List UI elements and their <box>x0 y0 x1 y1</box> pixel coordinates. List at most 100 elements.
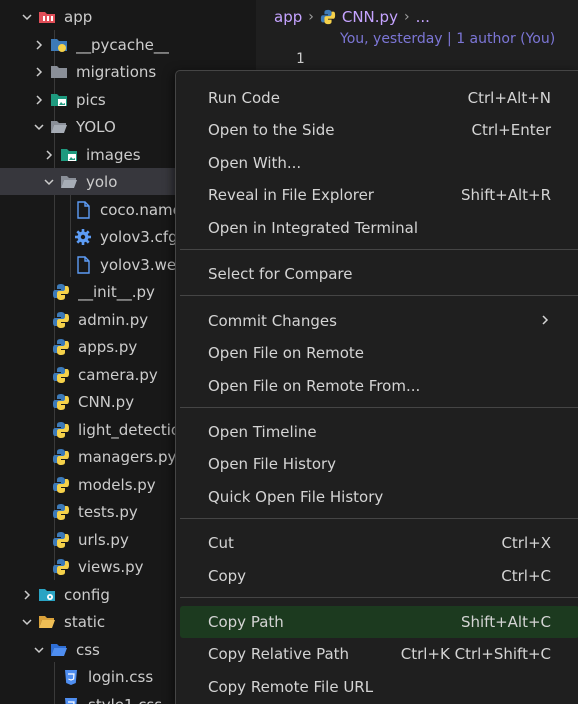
file-icon <box>74 255 92 274</box>
menu-item-label: Commit Changes <box>208 312 337 330</box>
python-icon <box>52 393 70 411</box>
menu-separator <box>180 249 578 250</box>
chevron-right-icon <box>20 588 34 602</box>
chevron-down-icon <box>20 615 34 629</box>
tree-item-label: camera.py <box>78 365 158 384</box>
python-icon <box>52 421 70 439</box>
chevron-right-icon <box>32 65 46 79</box>
chevron-right-icon: › <box>308 9 314 25</box>
git-blame-codelens[interactable]: You, yesterday | 1 author (You) <box>340 31 555 47</box>
chevron-down-icon <box>32 120 46 134</box>
breadcrumb-folder[interactable]: app <box>274 8 302 26</box>
chevron-down-icon <box>20 10 34 24</box>
chevron-right-icon <box>32 38 46 52</box>
menu-item-open-file-on-remote[interactable]: Open File on Remote <box>180 337 578 369</box>
vscode-window: app __pycache__ migrations pics YOLO ima… <box>0 0 578 704</box>
menu-item-label: Open File on Remote From... <box>208 377 421 395</box>
menu-item-label: Reveal in File Explorer <box>208 186 374 204</box>
tree-item-label: login.css <box>88 667 154 686</box>
menu-separator <box>180 407 578 408</box>
images-folder-icon <box>60 146 78 164</box>
tree-item-label: models.py <box>78 475 156 494</box>
menu-item-cut[interactable]: Cut Ctrl+X <box>180 527 578 559</box>
chevron-right-icon <box>539 312 551 330</box>
line-number: 1 <box>296 51 305 67</box>
menu-item-label: Open Timeline <box>208 423 317 441</box>
menu-item-select-for-compare[interactable]: Select for Compare <box>180 258 578 290</box>
menu-separator <box>180 295 578 296</box>
menu-item-open-to-side[interactable]: Open to the Side Ctrl+Enter <box>180 114 578 146</box>
menu-item-label: Cut <box>208 534 234 552</box>
tree-item-pycache[interactable]: __pycache__ <box>0 31 288 58</box>
tree-item-label: migrations <box>76 62 157 81</box>
breadcrumb-file[interactable]: CNN.py <box>342 8 398 26</box>
file-icon <box>74 200 92 219</box>
tree-item-label: app <box>64 7 93 26</box>
python-icon <box>52 283 70 301</box>
python-icon <box>52 503 70 521</box>
chevron-right-icon <box>42 148 56 162</box>
tree-item-label: style1.css <box>88 696 162 704</box>
python-icon <box>52 558 70 576</box>
css-folder-icon <box>50 641 68 659</box>
menu-item-reveal-in-explorer[interactable]: Reveal in File Explorer Shift+Alt+R <box>180 179 578 211</box>
menu-item-shortcut: Ctrl+X <box>501 534 551 552</box>
images-folder-icon <box>50 91 68 109</box>
chevron-right-icon <box>32 93 46 107</box>
tree-item-label: CNN.py <box>78 392 135 411</box>
menu-item-label: Run Code <box>208 89 280 107</box>
menu-item-label: Select for Compare <box>208 265 353 283</box>
tree-item-label: managers.py <box>78 447 177 466</box>
menu-item-commit-changes[interactable]: Commit Changes <box>180 305 578 337</box>
breadcrumb-more[interactable]: ... <box>416 8 430 26</box>
menu-item-label: Open With... <box>208 154 302 172</box>
chevron-down-icon <box>32 643 46 657</box>
menu-item-label: Open in Integrated Terminal <box>208 219 418 237</box>
menu-item-shortcut: Ctrl+Alt+N <box>467 89 551 107</box>
tree-item-app[interactable]: app <box>0 3 276 30</box>
css-icon <box>62 696 80 704</box>
menu-item-open-in-terminal[interactable]: Open in Integrated Terminal <box>180 212 578 244</box>
chevron-down-icon <box>42 175 56 189</box>
tree-item-label: pics <box>76 90 106 109</box>
tree-item-label: YOLO <box>76 117 116 136</box>
menu-item-label: Copy Path <box>208 613 284 631</box>
tree-item-label: config <box>64 585 110 604</box>
menu-item-open-with[interactable]: Open With... <box>180 147 578 179</box>
config-folder-icon <box>38 586 56 604</box>
breadcrumb: app › CNN.py › ... <box>274 6 430 28</box>
tree-item-label: yolo <box>86 172 118 191</box>
menu-item-label: Copy Remote File URL <box>208 678 374 696</box>
menu-item-quick-open-file-history[interactable]: Quick Open File History <box>180 481 578 513</box>
menu-item-label: Copy Relative Path <box>208 645 350 663</box>
menu-item-label: Open to the Side <box>208 121 335 139</box>
css-icon <box>62 668 80 686</box>
python-icon <box>52 366 70 384</box>
menu-item-shortcut: Ctrl+K Ctrl+Shift+C <box>400 645 551 663</box>
tree-item-label: admin.py <box>78 310 149 329</box>
python-icon <box>52 448 70 466</box>
gear-icon <box>74 228 92 246</box>
menu-item-open-timeline[interactable]: Open Timeline <box>180 416 578 448</box>
folder-icon <box>50 63 68 81</box>
tree-item-label: apps.py <box>78 337 138 356</box>
tree-item-label: yolov3.cfg <box>100 227 178 246</box>
menu-item-open-file-history[interactable]: Open File History <box>180 448 578 480</box>
menu-item-label: Open File on Remote <box>208 344 365 362</box>
chevron-right-icon: › <box>403 9 410 25</box>
menu-item-run-code[interactable]: Run Code Ctrl+Alt+N <box>180 82 578 114</box>
menu-item-copy-remote-file-url[interactable]: Copy Remote File URL <box>180 671 578 703</box>
python-folder-icon <box>50 36 68 54</box>
tree-item-label: views.py <box>78 557 144 576</box>
menu-item-copy-relative-path[interactable]: Copy Relative Path Ctrl+K Ctrl+Shift+C <box>180 638 578 670</box>
folder-open-icon <box>60 173 78 191</box>
menu-item-open-file-on-remote-from[interactable]: Open File on Remote From... <box>180 370 578 402</box>
python-icon <box>52 338 70 356</box>
tree-item-label: tests.py <box>78 502 138 521</box>
menu-item-label: Quick Open File History <box>208 488 384 506</box>
menu-item-copy-path[interactable]: Copy Path Shift+Alt+C <box>180 606 578 638</box>
python-icon <box>320 9 336 25</box>
menu-item-copy[interactable]: Copy Ctrl+C <box>180 560 578 592</box>
menu-item-shortcut: Shift+Alt+R <box>461 186 551 204</box>
menu-item-label: Copy <box>208 567 247 585</box>
